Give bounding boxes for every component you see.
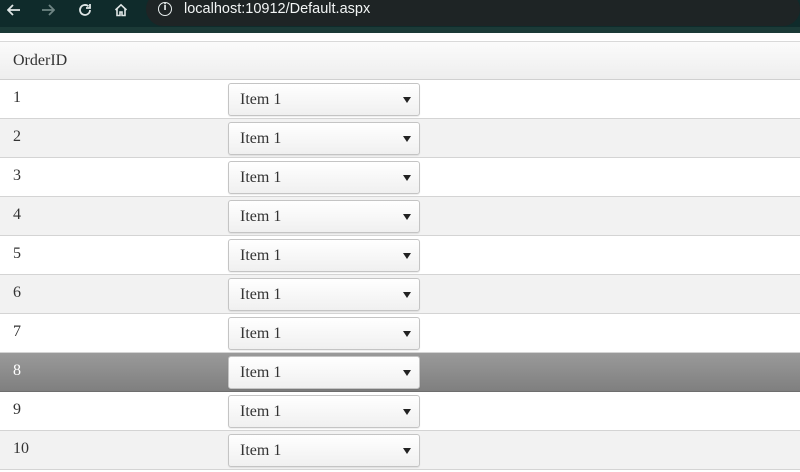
table-row[interactable]: 7 Item 1 (0, 314, 800, 353)
home-icon (114, 3, 128, 17)
item-dropdown[interactable]: Item 1 (228, 122, 420, 155)
dropdown-selected-value: Item 1 (240, 247, 282, 264)
info-icon[interactable]: i (158, 2, 172, 16)
item-dropdown[interactable]: Item 1 (228, 200, 420, 233)
item-dropdown[interactable]: Item 1 (228, 278, 420, 311)
caret-down-icon (403, 331, 411, 337)
order-id-cell: 9 (13, 401, 21, 418)
table-row[interactable]: 1 Item 1 (0, 80, 800, 119)
dropdown-selected-value: Item 1 (240, 130, 282, 147)
caret-down-icon (403, 409, 411, 415)
item-dropdown[interactable]: Item 1 (228, 434, 420, 467)
back-button[interactable] (2, 0, 26, 20)
grid-body: 1 Item 1 2 Item 1 3 Item 1 4 Item 1 5 Item 1 6 Item… (0, 80, 800, 470)
reload-icon (79, 4, 91, 16)
order-id-cell: 6 (13, 284, 21, 301)
grid-header: OrderID (0, 42, 800, 80)
toolbar-divider (0, 27, 800, 33)
forward-button[interactable] (36, 0, 60, 20)
dropdown-selected-value: Item 1 (240, 403, 282, 420)
caret-down-icon (403, 136, 411, 142)
address-bar[interactable]: i localhost:10912/Default.aspx (146, 0, 800, 26)
item-dropdown[interactable]: Item 1 (228, 395, 420, 428)
order-id-cell: 5 (13, 245, 21, 262)
dropdown-selected-value: Item 1 (240, 364, 282, 381)
order-id-cell: 3 (13, 167, 21, 184)
browser-toolbar: i localhost:10912/Default.aspx (0, 0, 800, 33)
table-row[interactable]: 3 Item 1 (0, 158, 800, 197)
orders-grid: OrderID 1 Item 1 2 Item 1 3 Item 1 4 Item 1 5 Ite… (0, 41, 800, 470)
order-id-cell: 10 (13, 440, 29, 457)
dropdown-selected-value: Item 1 (240, 91, 282, 108)
column-header-orderid[interactable]: OrderID (13, 52, 67, 70)
table-row[interactable]: 2 Item 1 (0, 119, 800, 158)
table-row[interactable]: 9 Item 1 (0, 392, 800, 431)
table-row[interactable]: 6 Item 1 (0, 275, 800, 314)
table-row[interactable]: 10 Item 1 (0, 431, 800, 470)
order-id-cell: 8 (13, 362, 21, 379)
caret-down-icon (403, 253, 411, 259)
caret-down-icon (403, 370, 411, 376)
item-dropdown[interactable]: Item 1 (228, 317, 420, 350)
item-dropdown[interactable]: Item 1 (228, 161, 420, 194)
back-arrow-icon (7, 4, 20, 16)
order-id-cell: 1 (13, 89, 21, 106)
item-dropdown[interactable]: Item 1 (228, 356, 420, 389)
dropdown-selected-value: Item 1 (240, 286, 282, 303)
order-id-cell: 2 (13, 128, 21, 145)
table-row[interactable]: 4 Item 1 (0, 197, 800, 236)
dropdown-selected-value: Item 1 (240, 442, 282, 459)
order-id-cell: 4 (13, 206, 21, 223)
item-dropdown[interactable]: Item 1 (228, 83, 420, 116)
table-row[interactable]: 5 Item 1 (0, 236, 800, 275)
caret-down-icon (403, 292, 411, 298)
forward-arrow-icon (42, 4, 55, 16)
caret-down-icon (403, 97, 411, 103)
caret-down-icon (403, 214, 411, 220)
caret-down-icon (403, 175, 411, 181)
order-id-cell: 7 (13, 323, 21, 340)
dropdown-selected-value: Item 1 (240, 208, 282, 225)
dropdown-selected-value: Item 1 (240, 169, 282, 186)
item-dropdown[interactable]: Item 1 (228, 239, 420, 272)
dropdown-selected-value: Item 1 (240, 325, 282, 342)
reload-button[interactable] (73, 0, 97, 20)
caret-down-icon (403, 448, 411, 454)
home-button[interactable] (109, 0, 133, 20)
table-row[interactable]: 8 Item 1 (0, 353, 800, 392)
url-text: localhost:10912/Default.aspx (184, 1, 371, 17)
